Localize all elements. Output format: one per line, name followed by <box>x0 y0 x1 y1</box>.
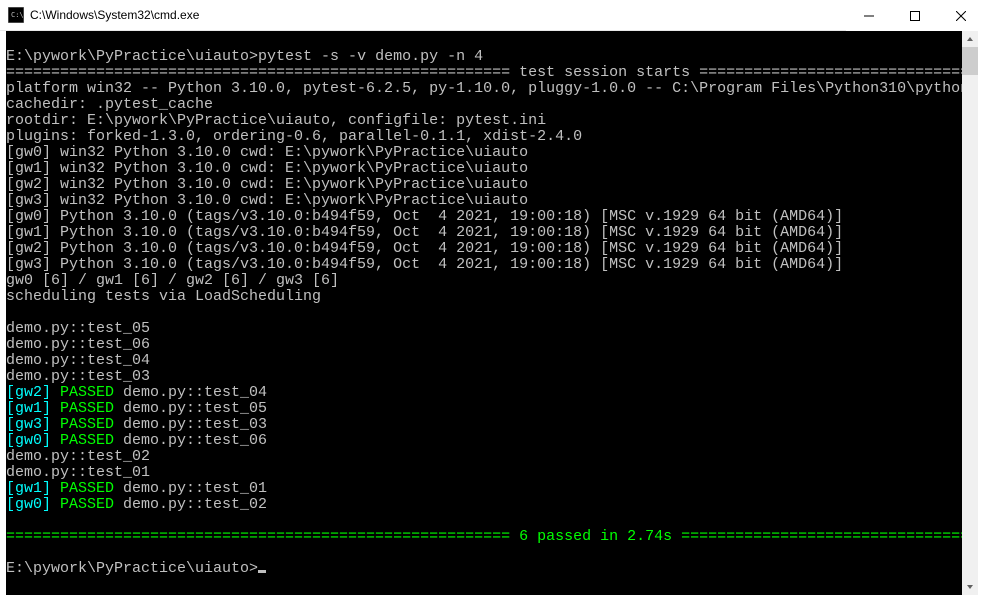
collected-test: demo.py::test_02 <box>6 448 150 465</box>
worker-cwd-line: [gw1] win32 Python 3.10.0 cwd: E:\pywork… <box>6 160 528 177</box>
collected-test: demo.py::test_01 <box>6 464 150 481</box>
passed-gw: [gw2] <box>6 384 60 401</box>
platform-line: platform win32 -- Python 3.10.0, pytest-… <box>6 80 978 97</box>
passed-item: demo.py::test_06 <box>114 432 267 449</box>
worker-cwd-line: [gw3] win32 Python 3.10.0 cwd: E:\pywork… <box>6 192 528 209</box>
terminal[interactable]: E:\pywork\PyPractice\uiauto>pytest -s -v… <box>0 31 984 601</box>
footer-left: ========================================… <box>6 528 510 545</box>
worker-build-line: [gw1] Python 3.10.0 (tags/v3.10.0:b494f5… <box>6 224 843 241</box>
footer-summary: 6 passed in 2.74s <box>510 528 681 545</box>
titlebar[interactable]: C:\ C:\Windows\System32\cmd.exe <box>0 0 984 31</box>
window-title: C:\Windows\System32\cmd.exe <box>30 8 846 22</box>
blank-line <box>6 32 15 49</box>
passed-gw: [gw0] <box>6 496 60 513</box>
window-controls <box>846 0 984 30</box>
minimize-icon <box>864 11 874 21</box>
scroll-track[interactable] <box>962 47 978 579</box>
blank-line <box>6 544 15 561</box>
collected-test: demo.py::test_05 <box>6 320 150 337</box>
worker-build-line: [gw0] Python 3.10.0 (tags/v3.10.0:b494f5… <box>6 208 843 225</box>
session-header: ========================================… <box>6 64 978 81</box>
chevron-up-icon <box>966 35 974 43</box>
collected-test: demo.py::test_06 <box>6 336 150 353</box>
worker-cwd-line: [gw2] win32 Python 3.10.0 cwd: E:\pywork… <box>6 176 528 193</box>
maximize-button[interactable] <box>892 0 938 31</box>
passed-gw: [gw1] <box>6 480 60 497</box>
svg-text:C:\: C:\ <box>11 11 24 19</box>
rootdir-line: rootdir: E:\pywork\PyPractice\uiauto, co… <box>6 112 546 129</box>
cachedir-line: cachedir: .pytest_cache <box>6 96 213 113</box>
maximize-icon <box>910 11 920 21</box>
terminal-viewport: E:\pywork\PyPractice\uiauto>pytest -s -v… <box>6 31 978 595</box>
passed-status: PASSED <box>60 400 114 417</box>
passed-item: demo.py::test_01 <box>114 480 267 497</box>
cursor <box>258 570 266 573</box>
scheduling-line: scheduling tests via LoadScheduling <box>6 288 321 305</box>
scroll-thumb[interactable] <box>962 47 978 75</box>
passed-gw: [gw3] <box>6 416 60 433</box>
collected-test: demo.py::test_03 <box>6 368 150 385</box>
plugins-line: plugins: forked-1.3.0, ordering-0.6, par… <box>6 128 582 145</box>
gw-counts-line: gw0 [6] / gw1 [6] / gw2 [6] / gw3 [6] <box>6 272 339 289</box>
passed-status: PASSED <box>60 496 114 513</box>
worker-build-line: [gw2] Python 3.10.0 (tags/v3.10.0:b494f5… <box>6 240 843 257</box>
terminal-content: E:\pywork\PyPractice\uiauto>pytest -s -v… <box>6 33 974 577</box>
final-prompt: E:\pywork\PyPractice\uiauto> <box>6 560 258 577</box>
scroll-up-button[interactable] <box>962 31 978 47</box>
scroll-down-button[interactable] <box>962 579 978 595</box>
passed-item: demo.py::test_02 <box>114 496 267 513</box>
minimize-button[interactable] <box>846 0 892 31</box>
chevron-down-icon <box>966 583 974 591</box>
vertical-scrollbar[interactable] <box>962 31 978 595</box>
passed-gw: [gw1] <box>6 400 60 417</box>
passed-status: PASSED <box>60 432 114 449</box>
passed-status: PASSED <box>60 480 114 497</box>
passed-item: demo.py::test_05 <box>114 400 267 417</box>
prompt: E:\pywork\PyPractice\uiauto> <box>6 48 258 65</box>
passed-item: demo.py::test_04 <box>114 384 267 401</box>
window-frame: C:\ C:\Windows\System32\cmd.exe <box>0 0 984 601</box>
passed-status: PASSED <box>60 384 114 401</box>
footer-line: ========================================… <box>6 528 978 545</box>
worker-build-line: [gw3] Python 3.10.0 (tags/v3.10.0:b494f5… <box>6 256 843 273</box>
passed-item: demo.py::test_03 <box>114 416 267 433</box>
command: pytest -s -v demo.py -n 4 <box>258 48 483 65</box>
passed-gw: [gw0] <box>6 432 60 449</box>
collected-test: demo.py::test_04 <box>6 352 150 369</box>
close-icon <box>956 11 966 21</box>
blank-line <box>6 304 15 321</box>
close-button[interactable] <box>938 0 984 31</box>
passed-status: PASSED <box>60 416 114 433</box>
worker-cwd-line: [gw0] win32 Python 3.10.0 cwd: E:\pywork… <box>6 144 528 161</box>
footer-right: ========================================… <box>681 528 978 545</box>
cmd-icon: C:\ <box>8 7 24 23</box>
blank-line <box>6 512 15 529</box>
